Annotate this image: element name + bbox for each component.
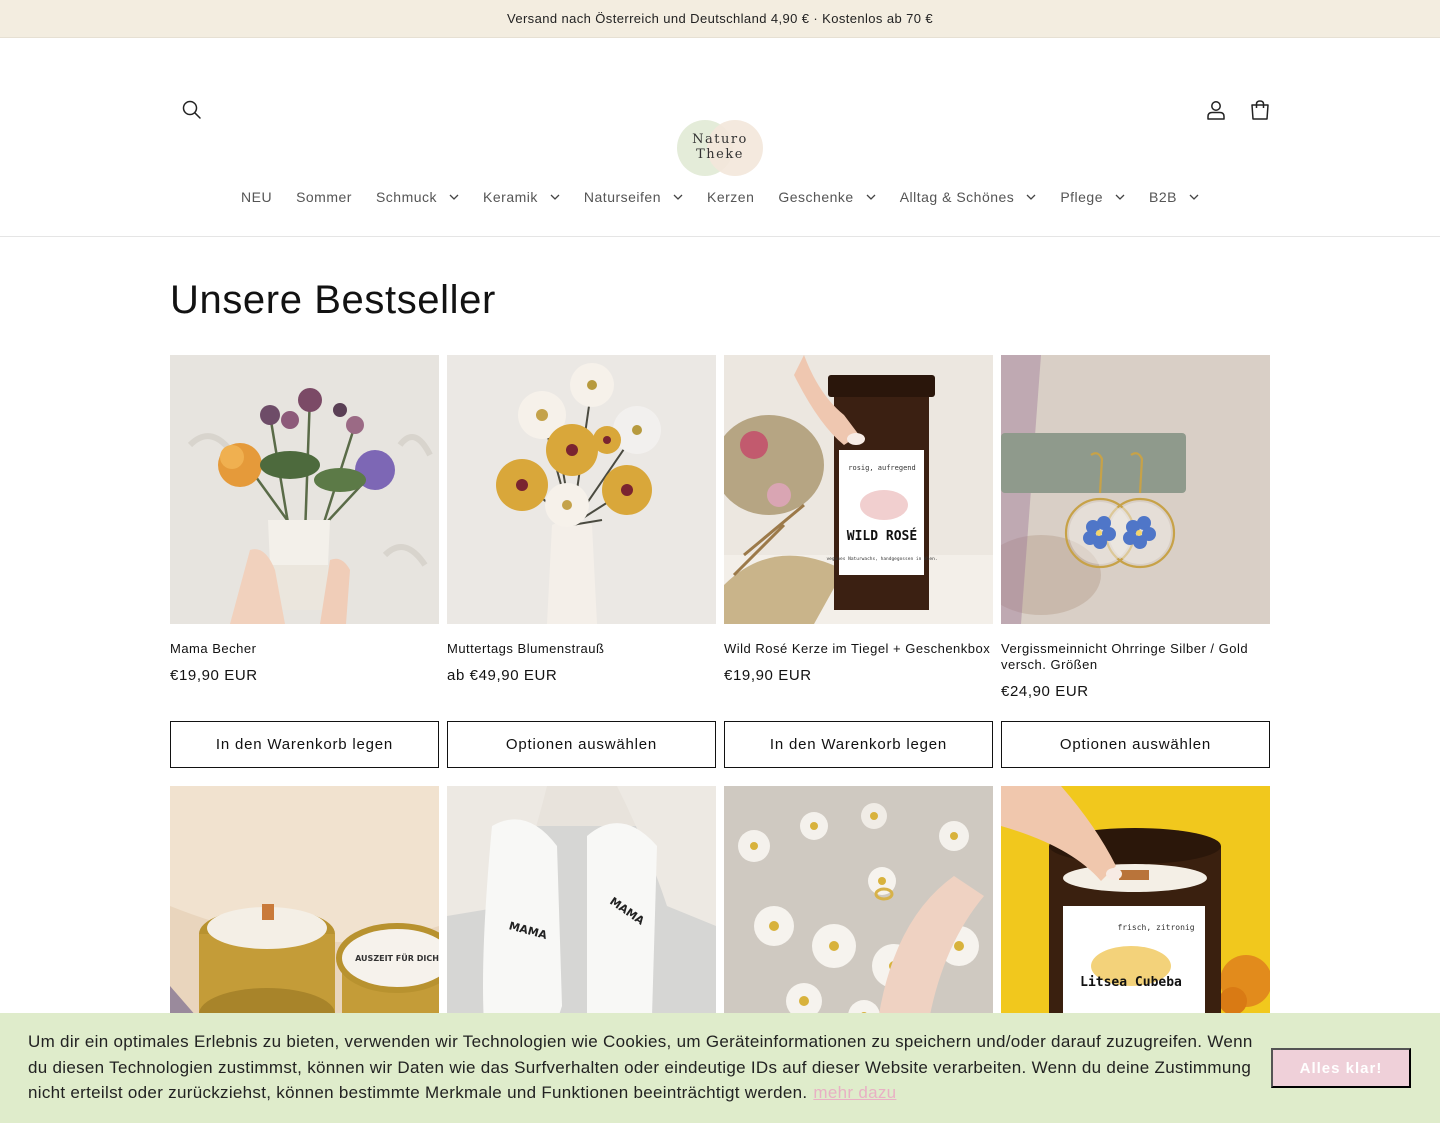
nav-item-sommer[interactable]: Sommer bbox=[284, 185, 364, 209]
product-image-vergissmeinnicht-ohrringe bbox=[1001, 355, 1270, 624]
nav-item-label: Geschenke bbox=[778, 189, 854, 205]
cookie-accept-button[interactable]: Alles klar! bbox=[1271, 1048, 1411, 1088]
product-card: rosig, aufregend WILD ROSÉ veganes Natur… bbox=[724, 355, 993, 786]
jar-top-label: rosig, aufregend bbox=[848, 464, 915, 472]
chevron-down-icon bbox=[449, 194, 459, 200]
product-image-mama-becher bbox=[170, 355, 439, 624]
chevron-down-icon bbox=[1189, 194, 1199, 200]
cookie-text-block: Um dir ein optimales Erlebnis zu bieten,… bbox=[28, 1029, 1263, 1106]
cart-icon bbox=[1251, 100, 1269, 120]
cookie-message: Um dir ein optimales Erlebnis zu bieten,… bbox=[28, 1032, 1253, 1102]
select-options-button[interactable]: Optionen auswählen bbox=[447, 721, 716, 768]
nav-item-label: Pflege bbox=[1060, 189, 1104, 205]
jar-name-label: WILD ROSÉ bbox=[847, 528, 917, 544]
chevron-down-icon bbox=[1026, 194, 1036, 200]
account-button[interactable] bbox=[1200, 94, 1232, 126]
product-image-blumenstrauss bbox=[447, 355, 716, 624]
add-to-cart-button[interactable]: In den Warenkorb legen bbox=[170, 721, 439, 768]
nav-item-label: Sommer bbox=[296, 189, 352, 205]
jar-name-label: Litsea Cubeba bbox=[1080, 975, 1182, 990]
add-to-cart-button[interactable]: In den Warenkorb legen bbox=[724, 721, 993, 768]
search-icon bbox=[182, 100, 201, 119]
nav-item-label: NEU bbox=[241, 189, 273, 205]
user-icon bbox=[1207, 101, 1225, 120]
product-image-wild-rose-kerze: rosig, aufregend WILD ROSÉ veganes Natur… bbox=[724, 355, 993, 624]
nav-item-keramik[interactable]: Keramik bbox=[471, 185, 572, 209]
select-options-button[interactable]: Optionen auswählen bbox=[1001, 721, 1270, 768]
product-price: ab €49,90 EUR bbox=[447, 667, 558, 684]
cart-button[interactable] bbox=[1244, 94, 1276, 126]
section-title: Unsere Bestseller bbox=[170, 278, 496, 322]
nav-item-pflege[interactable]: Pflege bbox=[1048, 185, 1137, 209]
announcement-bar: Versand nach Österreich und Deutschland … bbox=[0, 0, 1440, 38]
product-title[interactable]: Mama Becher bbox=[170, 641, 439, 657]
chevron-down-icon bbox=[673, 194, 683, 200]
product-image-link[interactable]: rosig, aufregend WILD ROSÉ veganes Natur… bbox=[724, 355, 993, 624]
product-card: Muttertags Blumenstrauß ab €49,90 EUR Op… bbox=[447, 355, 716, 786]
product-image-link[interactable] bbox=[447, 355, 716, 624]
nav-item-geschenke[interactable]: Geschenke bbox=[766, 185, 887, 209]
product-price: €19,90 EUR bbox=[724, 667, 812, 684]
cookie-more-link[interactable]: mehr dazu bbox=[813, 1083, 896, 1102]
nav-item-label: Alltag & Schönes bbox=[899, 189, 1015, 205]
announcement-text: Versand nach Österreich und Deutschland … bbox=[506, 11, 934, 26]
chevron-down-icon bbox=[1115, 194, 1125, 200]
nav-item-label: B2B bbox=[1149, 189, 1177, 205]
nav-item-label: Kerzen bbox=[707, 189, 755, 205]
jar-top-label: frisch, zitronig bbox=[1117, 923, 1194, 932]
site-header: Naturo Theke bbox=[0, 38, 1440, 181]
product-title[interactable]: Vergissmeinnicht Ohrringe Silber / Gold … bbox=[1001, 641, 1270, 673]
search-button[interactable] bbox=[176, 94, 208, 126]
product-title[interactable]: Muttertags Blumenstrauß bbox=[447, 641, 716, 657]
nav-item-label: Keramik bbox=[483, 189, 538, 205]
chevron-down-icon bbox=[866, 194, 876, 200]
logo-line-2: Theke bbox=[696, 147, 744, 162]
product-price: €24,90 EUR bbox=[1001, 683, 1089, 700]
nav-item-alltag[interactable]: Alltag & Schönes bbox=[888, 185, 1049, 209]
nav-item-b2b[interactable]: B2B bbox=[1137, 185, 1211, 209]
product-card: Vergissmeinnicht Ohrringe Silber / Gold … bbox=[1001, 355, 1270, 786]
site-logo[interactable]: Naturo Theke bbox=[672, 118, 768, 178]
nav-item-kerzen[interactable]: Kerzen bbox=[695, 185, 766, 209]
cookie-banner: Um dir ein optimales Erlebnis zu bieten,… bbox=[0, 1013, 1440, 1123]
product-title[interactable]: Wild Rosé Kerze im Tiegel + Geschenkbox bbox=[724, 641, 993, 657]
nav-item-label: Naturseifen bbox=[583, 189, 661, 205]
product-image-link[interactable] bbox=[170, 355, 439, 624]
logo-line-1: Naturo bbox=[692, 132, 748, 147]
logo-text: Naturo Theke bbox=[672, 132, 768, 162]
product-image-link[interactable] bbox=[1001, 355, 1270, 624]
nav-item-neu[interactable]: NEU bbox=[229, 185, 284, 209]
product-grid: Mama Becher €19,90 EUR In den Warenkorb … bbox=[170, 355, 1270, 1055]
product-price: €19,90 EUR bbox=[170, 667, 258, 684]
nav-item-label: Schmuck bbox=[375, 189, 438, 205]
tin-lid-label: AUSZEIT FÜR DICH bbox=[355, 953, 439, 963]
nav-item-naturseifen[interactable]: Naturseifen bbox=[572, 185, 695, 209]
main-navigation: NEU Sommer Schmuck Keramik Naturseifen K… bbox=[0, 181, 1440, 237]
nav-item-schmuck[interactable]: Schmuck bbox=[364, 185, 471, 209]
chevron-down-icon bbox=[550, 194, 560, 200]
product-card: Mama Becher €19,90 EUR In den Warenkorb … bbox=[170, 355, 439, 786]
main-content: Unsere Bestseller Mama Becher €19,90 EUR… bbox=[0, 279, 1440, 1055]
jar-sub-label: veganes Naturwachs, handgegossen in Wien… bbox=[826, 556, 937, 562]
